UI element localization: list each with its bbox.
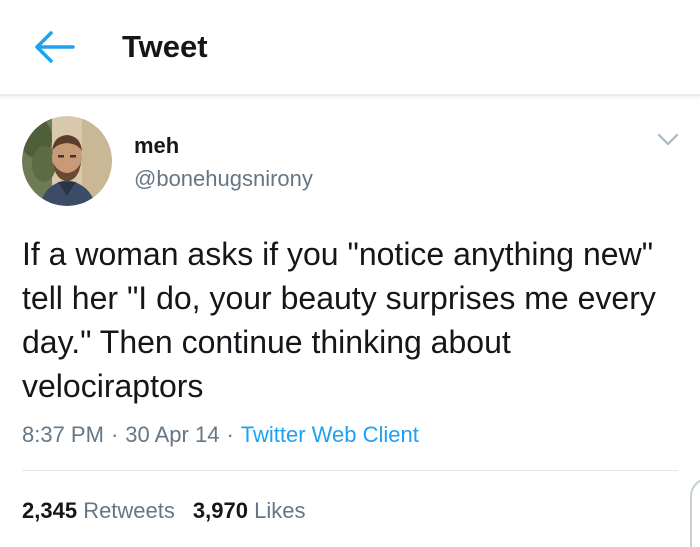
tweet-date: 30 Apr 14 bbox=[125, 422, 220, 447]
avatar-image bbox=[22, 116, 112, 206]
author-handle[interactable]: @bonehugsnirony bbox=[134, 166, 313, 192]
tweet-detail-screen: Tweet meh @bonehugsnirony If a woman ask… bbox=[0, 0, 700, 547]
back-button[interactable] bbox=[26, 22, 82, 72]
tweet-time: 8:37 PM bbox=[22, 422, 104, 447]
chevron-down-icon bbox=[657, 133, 679, 146]
top-app-bar: Tweet bbox=[0, 0, 700, 96]
tweet-metadata: 8:37 PM · 30 Apr 14 · Twitter Web Client bbox=[22, 420, 419, 450]
tweet-text: If a woman asks if you "notice anything … bbox=[22, 236, 656, 404]
avatar[interactable] bbox=[22, 116, 112, 206]
tweet-stats: 2,345 Retweets 3,970 Likes bbox=[22, 496, 305, 526]
likes-label: Likes bbox=[254, 498, 306, 523]
divider bbox=[22, 470, 678, 471]
retweets-label: Retweets bbox=[83, 498, 175, 523]
page-title: Tweet bbox=[122, 29, 208, 64]
retweets-stat[interactable]: 2,345 Retweets bbox=[22, 498, 175, 523]
arrow-left-icon bbox=[35, 31, 75, 63]
tweet-source-link[interactable]: Twitter Web Client bbox=[241, 422, 419, 447]
likes-stat[interactable]: 3,970 Likes bbox=[193, 498, 306, 523]
author-name[interactable]: meh bbox=[134, 133, 179, 159]
retweets-count: 2,345 bbox=[22, 498, 78, 523]
scroll-edge-indicator bbox=[690, 478, 700, 547]
tweet-menu-button[interactable] bbox=[656, 130, 680, 150]
separator-dot: · bbox=[110, 422, 119, 447]
likes-count: 3,970 bbox=[192, 498, 248, 523]
separator-dot: · bbox=[226, 422, 234, 447]
